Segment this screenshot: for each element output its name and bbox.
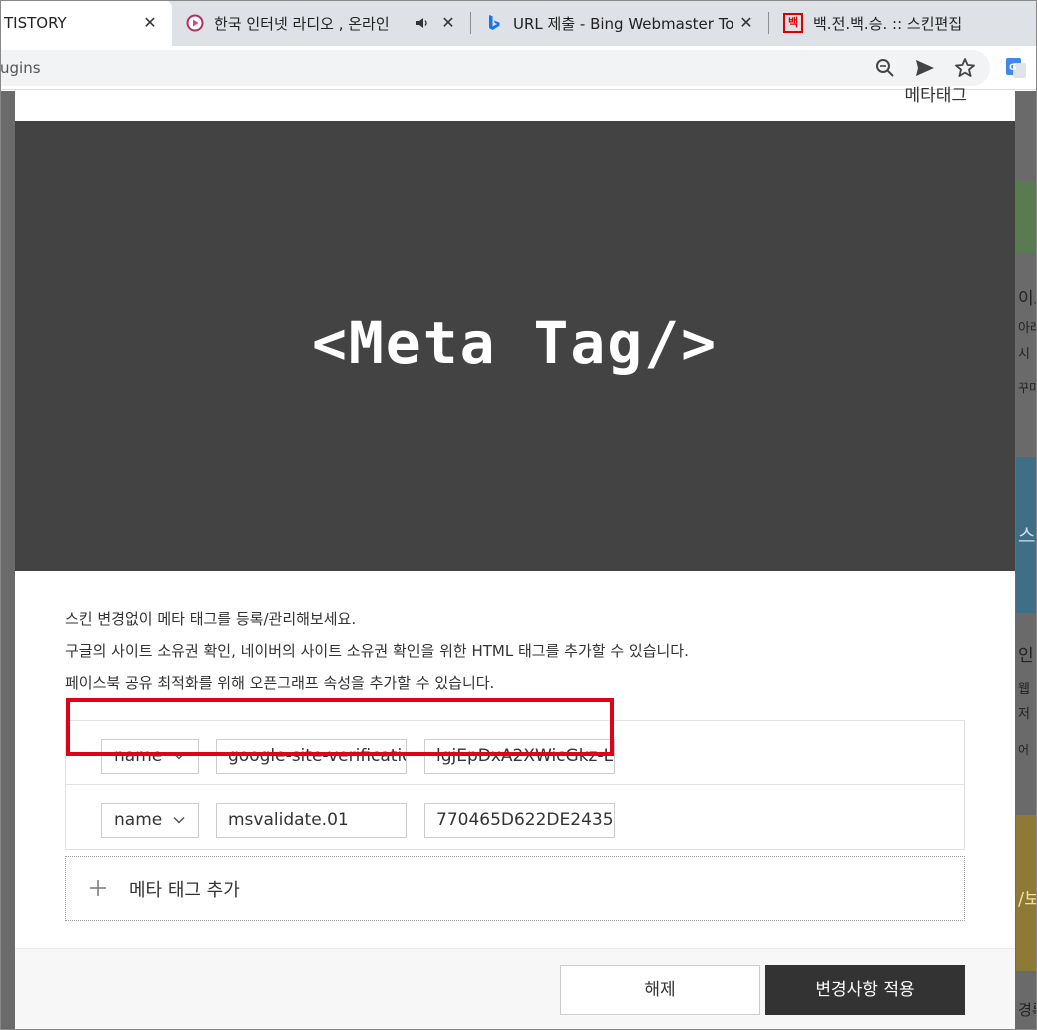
tab-bar: TISTORY ✕ 한국 인터넷 라디오 , 온라인 ✕ URL 제출 - Bi…: [0, 0, 1037, 46]
bg-text: 시: [1018, 347, 1030, 362]
modal-footer: 해제 변경사항 적용: [15, 948, 1015, 1030]
meta-name-input[interactable]: google-site-verification: [216, 739, 407, 774]
description: 스킨 변경없이 메타 태그를 등록/관리해보세요. 구글의 사이트 소유권 확인…: [65, 603, 689, 699]
meta-type-select[interactable]: name: [101, 803, 199, 838]
modal-header-title: 메타태그: [904, 86, 967, 106]
modal-header: 메타태그: [15, 86, 1015, 121]
chevron-down-icon: [173, 816, 185, 824]
bing-icon: [489, 15, 500, 30]
tab-skin-edit[interactable]: 백 백.전.백.승. :: 스킨편집: [769, 0, 1037, 46]
close-icon[interactable]: ✕: [438, 13, 458, 33]
meta-type-value: name: [114, 810, 163, 830]
chevron-down-icon: [173, 752, 185, 760]
meta-content-input[interactable]: 770465D622DE243527F: [424, 803, 615, 838]
description-line: 페이스북 공유 최적화를 위해 오픈그래프 속성을 추가할 수 있습니다.: [65, 674, 495, 692]
close-icon[interactable]: ✕: [140, 13, 160, 33]
bg-text: 경록: [1018, 1001, 1037, 1019]
meta-tag-list: name google-site-verification lgjEpDxA2X…: [65, 720, 965, 850]
bg-text: 아래: [1018, 321, 1037, 336]
meta-type-value: name: [114, 746, 163, 766]
hero-title: <Meta Tag/>: [311, 309, 719, 377]
bg-text: /보: [1018, 889, 1037, 910]
speaker-icon[interactable]: [414, 15, 430, 31]
svg-text:G: G: [1009, 63, 1016, 73]
url-text: ugins: [0, 59, 41, 77]
plus-icon: [90, 880, 106, 896]
tab-tistory[interactable]: TISTORY ✕: [0, 0, 172, 46]
description-line: 구글의 사이트 소유권 확인, 네이버의 사이트 소유권 확인을 위한 HTML…: [65, 642, 689, 660]
add-meta-tag-button[interactable]: 메타 태그 추가: [65, 856, 965, 921]
translate-icon[interactable]: G: [1004, 56, 1028, 80]
tab-title: URL 제출 - Bing Webmaster To: [513, 14, 733, 33]
bg-text: 꾸미: [1018, 381, 1037, 395]
meta-tag-modal: 메타태그 <Meta Tag/> 스킨 변경없이 메타 태그를 등록/관리해보세…: [15, 86, 1015, 1030]
bg-text: 어: [1018, 743, 1030, 757]
meta-tag-row: name msvalidate.01 770465D622DE243527F: [66, 785, 964, 849]
apply-changes-button[interactable]: 변경사항 적용: [765, 965, 965, 1015]
tab-radio[interactable]: 한국 인터넷 라디오 , 온라인 ✕: [172, 0, 470, 46]
bg-text: 스: [1018, 525, 1036, 547]
meta-tag-row: name google-site-verification lgjEpDxA2X…: [66, 721, 964, 785]
hero-banner: <Meta Tag/>: [15, 121, 1015, 571]
zoom-icon[interactable]: [873, 56, 897, 80]
bg-text: 인: [1018, 646, 1034, 666]
tab-title: 백.전.백.승. :: 스킨편집: [813, 14, 963, 33]
send-icon[interactable]: [913, 56, 937, 80]
bg-text: 이드: [1018, 289, 1037, 309]
bookmark-star-icon[interactable]: [953, 56, 977, 80]
description-line: 스킨 변경없이 메타 태그를 등록/관리해보세요.: [65, 610, 357, 628]
skin-favicon-icon: 백: [783, 13, 803, 33]
bg-text: 웹: [1018, 682, 1030, 697]
tab-title: 한국 인터넷 라디오 , 온라인: [214, 14, 390, 33]
address-bar[interactable]: ugins: [0, 50, 990, 86]
add-meta-tag-label: 메타 태그 추가: [129, 880, 240, 901]
cancel-button[interactable]: 해제: [560, 965, 760, 1015]
close-icon[interactable]: ✕: [736, 13, 756, 33]
bg-text: 저: [1018, 707, 1030, 722]
browser-toolbar: ugins G: [0, 46, 1037, 90]
meta-name-input[interactable]: msvalidate.01: [216, 803, 407, 838]
bg-banner-green: [1016, 181, 1037, 253]
tab-bing[interactable]: URL 제출 - Bing Webmaster To ✕: [471, 0, 768, 46]
meta-content-input[interactable]: lgjEpDxA2XWicGkz-LRx: [424, 739, 615, 774]
tab-title: TISTORY: [4, 14, 67, 32]
radio-play-icon: [186, 14, 204, 32]
meta-type-select[interactable]: name: [101, 739, 199, 774]
